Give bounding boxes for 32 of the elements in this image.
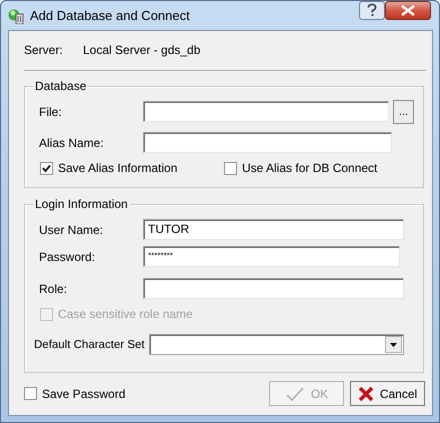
checkbox[interactable] — [40, 162, 53, 174]
checkbox-label: Case sensitive role name — [58, 307, 193, 321]
help-icon[interactable] — [359, 1, 385, 20]
input-field[interactable] — [143, 278, 404, 299]
checkbox-label: Use Alias for DB Connect — [242, 161, 378, 175]
cross-icon — [358, 386, 374, 402]
input-field[interactable]: ******** — [143, 246, 400, 267]
input-field[interactable] — [143, 101, 389, 122]
field-label: Password: — [39, 250, 96, 264]
window-title: Add Database and Connect — [30, 8, 190, 23]
server-label: Server: — [24, 43, 64, 57]
dropdown[interactable] — [148, 334, 404, 355]
dropdown-arrow-icon — [390, 342, 397, 346]
group-title: Database — [33, 79, 88, 93]
browse-button[interactable]: ... — [393, 100, 414, 124]
checkbox-label: Save Alias Information — [58, 161, 178, 175]
group-title: Login Information — [33, 197, 130, 211]
input-field[interactable]: TUTOR — [143, 219, 404, 240]
checkbox[interactable] — [224, 162, 237, 174]
field-label: Default Character Set — [34, 338, 145, 352]
field-label: File: — [39, 104, 63, 118]
database-icon — [8, 8, 24, 24]
field-label: Role: — [39, 282, 68, 296]
input-field[interactable] — [143, 132, 392, 153]
checkmark-icon — [284, 386, 305, 402]
field-label: Alias Name: — [39, 136, 105, 150]
close-icon[interactable] — [385, 1, 431, 20]
server-name: Local Server - gds_db — [83, 43, 200, 57]
field-label: User Name: — [39, 222, 104, 236]
checkbox-label: Save Password — [42, 386, 126, 400]
checkbox[interactable] — [24, 387, 37, 400]
cancel-button[interactable]: Cancel — [350, 381, 425, 406]
